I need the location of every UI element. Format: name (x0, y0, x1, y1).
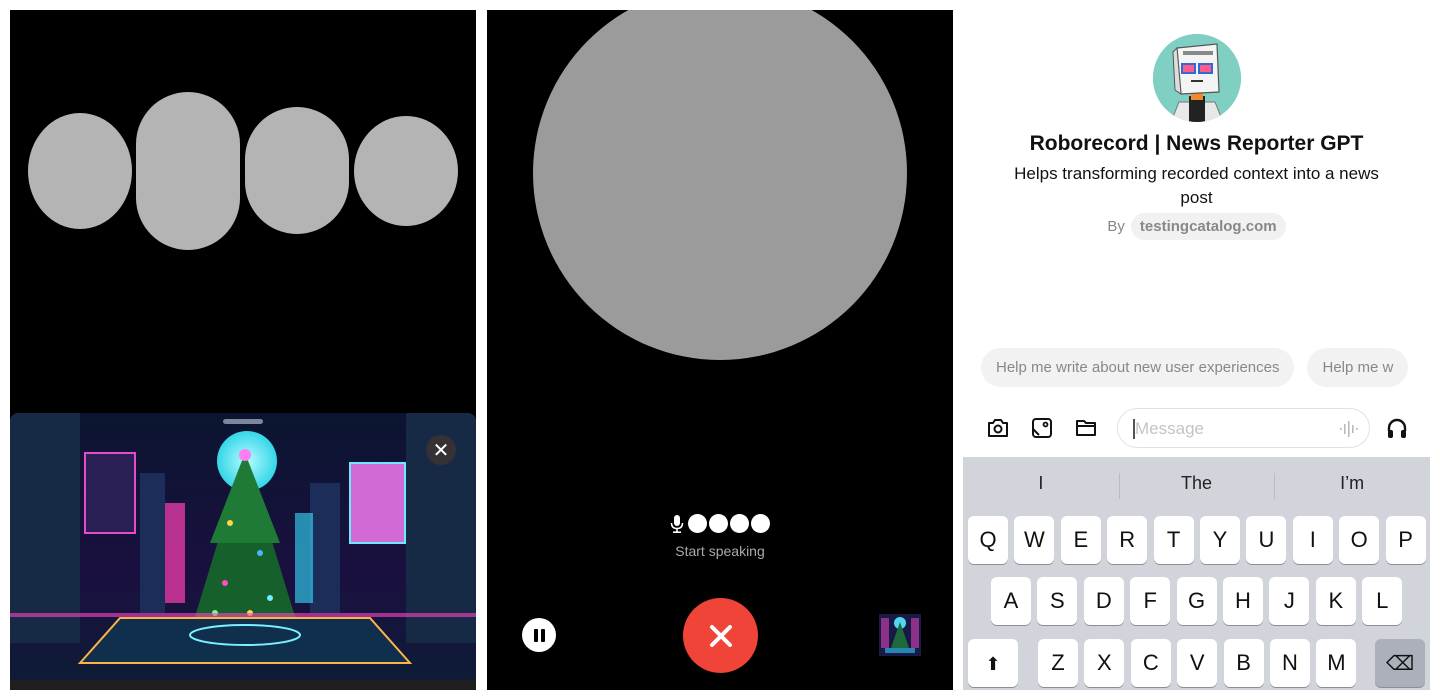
pause-icon (540, 628, 545, 642)
folder-icon[interactable] (1074, 416, 1098, 440)
key-j[interactable]: J (1269, 577, 1310, 625)
level-dot (730, 514, 749, 533)
sheet-grabber[interactable] (223, 419, 263, 424)
voice-blob-1 (28, 113, 132, 229)
voice-mode-idle-panel: ✕ (10, 10, 476, 690)
photo-icon[interactable] (1030, 416, 1054, 440)
keyboard: I The I’m QWERTYUIOPASDFGHJKLZXCVBNM ⬆ ⌫ (963, 457, 1430, 690)
gpt-avatar (1153, 34, 1241, 122)
key-r[interactable]: R (1107, 516, 1148, 564)
key-d[interactable]: D (1083, 577, 1124, 625)
key-x[interactable]: X (1084, 639, 1125, 687)
voice-orb (533, 10, 907, 360)
camera-icon[interactable] (986, 416, 1010, 440)
key-p[interactable]: P (1385, 516, 1426, 564)
suggestion-chip[interactable]: Help me w (1307, 348, 1409, 387)
key-i[interactable]: I (1292, 516, 1333, 564)
key-v[interactable]: V (1177, 639, 1218, 687)
key-k[interactable]: K (1315, 577, 1356, 625)
close-icon (709, 624, 732, 647)
key-z[interactable]: Z (1038, 639, 1078, 687)
key-a[interactable]: A (991, 577, 1031, 625)
suggestion-chip[interactable]: Help me write about new user experiences (981, 348, 1295, 387)
predictive-text-bar: I The I’m (963, 457, 1430, 509)
voice-mode-active-panel: Start speaking (487, 10, 953, 690)
suggestion-list: Help me write about new user experiences… (981, 348, 1409, 387)
prediction[interactable]: I’m (1274, 457, 1430, 509)
voice-blob-3 (245, 107, 349, 234)
level-dot (709, 514, 728, 533)
key-t[interactable]: T (1153, 516, 1194, 564)
prediction[interactable]: I (963, 457, 1119, 509)
key-h[interactable]: H (1223, 577, 1263, 625)
voice-blob-2 (136, 92, 240, 250)
key-u[interactable]: U (1246, 516, 1287, 564)
christmas-tree-thumbnail (879, 614, 921, 656)
key-e[interactable]: E (1060, 516, 1101, 564)
key-n[interactable]: N (1270, 639, 1310, 687)
level-dot (751, 514, 770, 533)
headphones-icon[interactable] (1385, 416, 1409, 440)
chat-panel: Roborecord | News Reporter GPT Helps tra… (963, 10, 1430, 690)
by-label: By (1107, 218, 1125, 235)
christmas-tree-image (10, 413, 476, 690)
close-icon[interactable]: ✕ (426, 435, 456, 465)
voice-blob-4 (354, 116, 458, 226)
shift-icon: ⬆ (985, 654, 1001, 674)
key-y[interactable]: Y (1200, 516, 1240, 564)
author-link[interactable]: testingcatalog.com (1130, 213, 1286, 240)
key-m[interactable]: M (1316, 639, 1357, 687)
delete-key[interactable]: ⌫ (1375, 639, 1425, 687)
key-g[interactable]: G (1176, 577, 1217, 625)
audio-level-indicator (487, 514, 953, 533)
key-q[interactable]: Q (968, 516, 1008, 564)
image-preview-sheet: ✕ (10, 413, 476, 690)
end-voice-button[interactable] (683, 598, 758, 673)
key-c[interactable]: C (1130, 639, 1171, 687)
key-w[interactable]: W (1014, 516, 1055, 564)
delete-icon: ⌫ (1385, 651, 1415, 675)
pause-icon (533, 628, 538, 642)
gpt-description: Helps transforming recorded context into… (1014, 164, 1379, 207)
robot-reporter-avatar (1153, 34, 1241, 122)
image-thumbnail[interactable] (879, 614, 921, 656)
key-f[interactable]: F (1130, 577, 1171, 625)
message-composer: Message (963, 408, 1430, 448)
gpt-byline: By testingcatalog.com (963, 213, 1430, 240)
message-input[interactable]: Message (1117, 408, 1370, 448)
level-dot (688, 514, 707, 533)
key-s[interactable]: S (1037, 577, 1078, 625)
pause-button[interactable] (522, 618, 556, 652)
gpt-name: Roborecord | News Reporter GPT (1029, 132, 1364, 155)
prediction[interactable]: The (1118, 457, 1275, 509)
microphone-icon (670, 514, 684, 533)
sheet-bottom-bar (10, 680, 476, 690)
shift-key[interactable]: ⬆ (968, 639, 1018, 687)
voice-status-text: Start speaking (675, 543, 765, 559)
key-b[interactable]: B (1223, 639, 1264, 687)
key-l[interactable]: L (1362, 577, 1403, 625)
waveform-icon[interactable] (1339, 420, 1359, 438)
message-placeholder: Message (1135, 419, 1204, 438)
key-o[interactable]: O (1339, 516, 1380, 564)
